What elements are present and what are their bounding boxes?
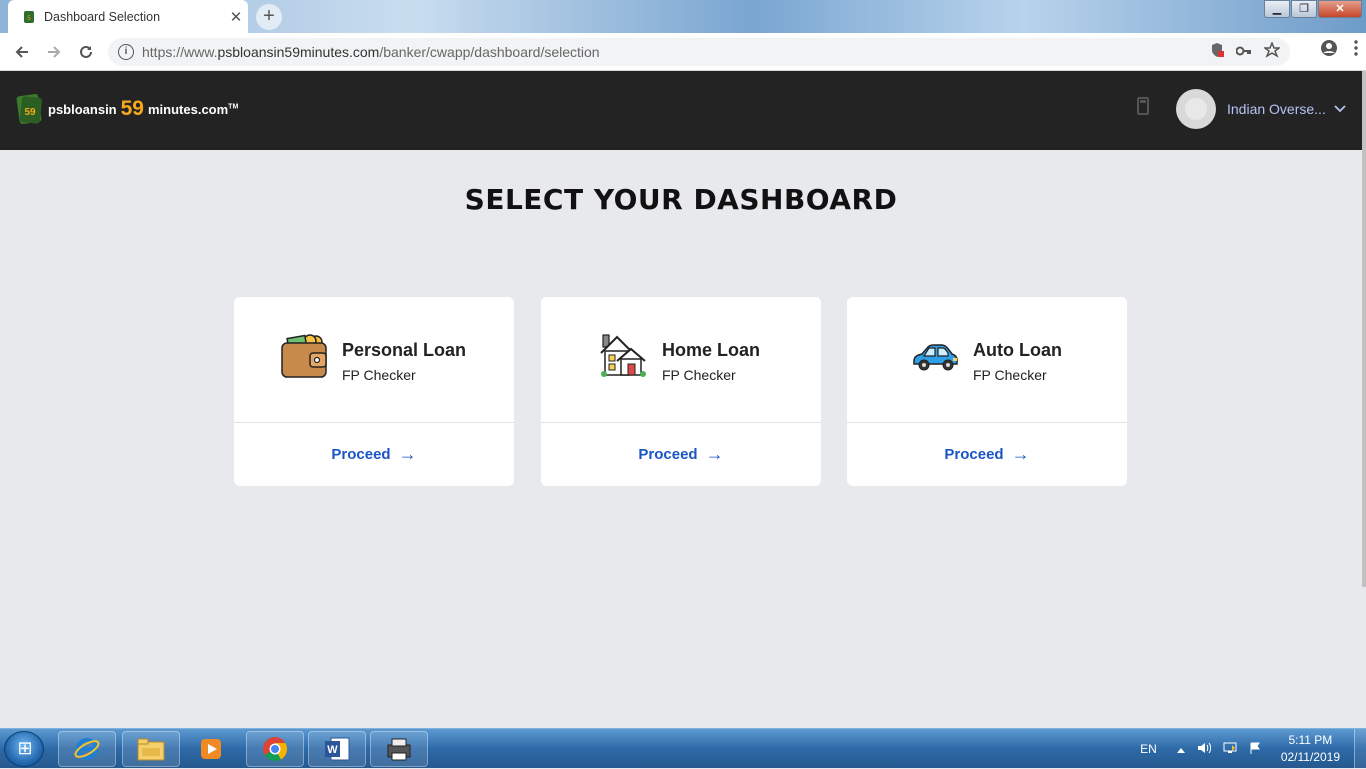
- psb-logo-icon: 59: [16, 93, 44, 125]
- wallet-icon: [280, 333, 328, 381]
- user-menu[interactable]: Indian Overse...: [1176, 89, 1346, 129]
- printer-icon[interactable]: [370, 731, 428, 767]
- minimize-button[interactable]: ▁: [1264, 0, 1290, 18]
- windows-taskbar: W EN 5:11 PM 02/11/2019: [0, 728, 1366, 769]
- clock-date: 02/11/2019: [1280, 750, 1340, 764]
- menu-kebab-icon[interactable]: [1354, 40, 1358, 61]
- address-bar[interactable]: i https://www.psbloansin59minutes.com/ba…: [108, 38, 1290, 66]
- media-player-icon[interactable]: [182, 731, 240, 767]
- svg-text:59: 59: [24, 107, 36, 118]
- tray-expand-icon[interactable]: [1176, 742, 1185, 756]
- file-explorer-icon[interactable]: [122, 731, 180, 767]
- word-icon[interactable]: W: [308, 731, 366, 767]
- maximize-button[interactable]: ❐: [1291, 0, 1317, 18]
- bookmark-star-icon[interactable]: [1262, 40, 1282, 62]
- brand-text-suffix: minutes.comTM: [147, 101, 239, 117]
- browser-toolbar: i https://www.psbloansin59minutes.com/ba…: [0, 33, 1366, 71]
- avatar[interactable]: [1176, 89, 1216, 129]
- clock-time: 5:11 PM: [1288, 733, 1333, 747]
- internet-explorer-icon[interactable]: [58, 731, 116, 767]
- profile-icon[interactable]: [1320, 39, 1338, 62]
- arrow-right-icon: →: [705, 443, 724, 464]
- network-icon[interactable]: [1223, 742, 1237, 757]
- back-icon[interactable]: [6, 36, 38, 68]
- card-body: Auto Loan FP Checker: [847, 297, 1127, 423]
- card-subtitle: FP Checker: [973, 367, 1047, 383]
- forward-icon[interactable]: [38, 36, 70, 68]
- calculator-icon[interactable]: [1137, 97, 1149, 115]
- arrow-right-icon: →: [398, 443, 417, 464]
- tab-close-icon[interactable]: ✕: [224, 8, 248, 26]
- action-center-flag-icon[interactable]: [1249, 742, 1261, 757]
- window-controls: ▁ ❐ ✕: [1263, 0, 1362, 18]
- taskbar-clock[interactable]: 5:11 PM 02/11/2019: [1281, 732, 1340, 766]
- house-icon: [599, 331, 647, 379]
- card-title: Auto Loan: [973, 340, 1062, 360]
- brand-logo[interactable]: 59 psbloansin 59 minutes.comTM: [16, 93, 238, 125]
- dashboard-card-auto-loan: Auto Loan FP Checker Proceed →: [847, 297, 1127, 486]
- language-indicator[interactable]: EN: [1140, 742, 1157, 756]
- svg-text:W: W: [327, 744, 338, 756]
- card-title: Personal Loan: [342, 340, 467, 360]
- card-subtitle: FP Checker: [342, 367, 416, 383]
- chrome-icon[interactable]: [246, 731, 304, 767]
- proceed-label: Proceed: [331, 445, 391, 463]
- brand-text-prefix: psbloansin: [48, 101, 117, 117]
- chevron-down-icon[interactable]: [1334, 102, 1346, 116]
- page-title: SELECT YOUR DASHBOARD: [464, 183, 898, 216]
- proceed-label: Proceed: [944, 445, 1004, 463]
- arrow-right-icon: →: [1011, 443, 1030, 464]
- card-body: Home Loan FP Checker: [541, 297, 821, 423]
- proceed-button-personal-loan[interactable]: Proceed →: [234, 423, 514, 485]
- system-tray: EN 5:11 PM 02/11/2019: [1140, 729, 1366, 769]
- app-header: 59 psbloansin 59 minutes.comTM Indian Ov…: [0, 71, 1362, 150]
- new-tab-button[interactable]: +: [256, 4, 282, 30]
- site-info-icon[interactable]: i: [118, 44, 134, 60]
- brand-text-59: 59: [120, 97, 144, 120]
- card-subtitle: FP Checker: [662, 367, 736, 383]
- car-icon: [911, 335, 959, 383]
- reload-icon[interactable]: [70, 36, 102, 68]
- card-title: Home Loan: [662, 340, 761, 360]
- proceed-label: Proceed: [638, 445, 698, 463]
- proceed-button-home-loan[interactable]: Proceed →: [541, 423, 821, 485]
- browser-tab[interactable]: 5 Dashboard Selection ✕: [8, 0, 248, 33]
- tab-title: Dashboard Selection: [44, 9, 161, 24]
- card-body: Personal Loan FP Checker: [234, 297, 514, 423]
- security-shield-icon[interactable]: [1210, 42, 1224, 62]
- key-icon[interactable]: [1235, 44, 1252, 61]
- dashboard-card-home-loan: Home Loan FP Checker Proceed →: [541, 297, 821, 486]
- window-close-button[interactable]: ✕: [1318, 0, 1362, 18]
- browser-tabstrip: 5 Dashboard Selection ✕ + ▁ ❐ ✕: [0, 0, 1366, 33]
- volume-icon[interactable]: [1197, 742, 1211, 757]
- dashboard-card-personal-loan: Personal Loan FP Checker Proceed →: [234, 297, 514, 486]
- proceed-button-auto-loan[interactable]: Proceed →: [847, 423, 1127, 485]
- site-favicon-icon: 5: [22, 10, 36, 24]
- page-scrollbar[interactable]: [1362, 71, 1366, 587]
- url-text: https://www.psbloansin59minutes.com/bank…: [142, 44, 600, 60]
- user-name[interactable]: Indian Overse...: [1227, 101, 1326, 117]
- show-desktop-button[interactable]: [1354, 729, 1366, 769]
- start-button[interactable]: [4, 731, 45, 767]
